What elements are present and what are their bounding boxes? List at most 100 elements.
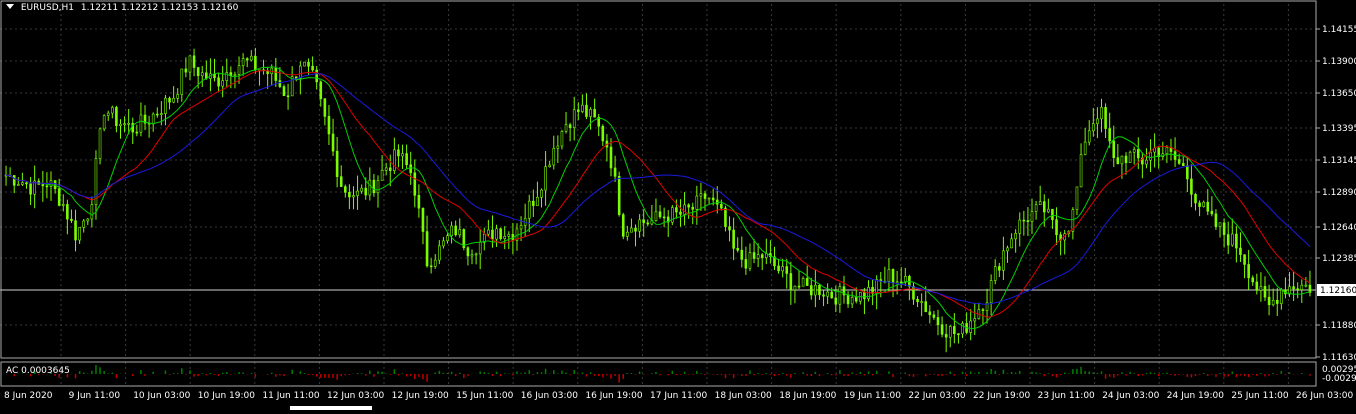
candle-body xyxy=(1304,284,1308,287)
candle-body xyxy=(127,123,130,125)
candle-body xyxy=(323,98,327,117)
candle-body xyxy=(303,61,306,67)
candle-body xyxy=(809,285,813,296)
candle-body xyxy=(838,286,842,305)
chart-tab-strip[interactable] xyxy=(290,406,372,410)
candle-body xyxy=(278,80,282,87)
candle-body xyxy=(115,107,118,126)
candle-body xyxy=(499,228,502,239)
candle-body xyxy=(1251,277,1255,283)
candle-body xyxy=(1026,220,1030,222)
candle-body xyxy=(82,220,86,228)
time-axis-label: 26 Jun 03:00 xyxy=(1296,391,1353,401)
candle-body xyxy=(1222,222,1226,235)
price-chart[interactable]: 1.14155 1.13900 1.13650 1.13395 1.13145 1.128… xyxy=(0,0,1356,410)
candle-body xyxy=(834,297,838,305)
candle-body xyxy=(646,222,650,225)
time-axis-label: 8 Jun 2020 xyxy=(4,391,53,401)
candle-body xyxy=(151,113,155,125)
time-axis-label: 23 Jun 11:00 xyxy=(1038,391,1095,401)
candle-body xyxy=(683,204,686,215)
candle-body xyxy=(86,218,90,222)
candle-body xyxy=(376,180,380,194)
candle-body xyxy=(196,67,200,77)
candle-body xyxy=(728,226,731,231)
candle-body xyxy=(1181,163,1185,167)
candle-body xyxy=(1267,296,1271,306)
candle-body xyxy=(1136,149,1140,159)
candle-body xyxy=(393,149,396,171)
candle-body xyxy=(1300,284,1304,290)
chart-window[interactable]: 1.14155 1.13900 1.13650 1.13395 1.13145 1.128… xyxy=(0,0,1356,410)
candle-body xyxy=(556,145,560,149)
time-axis-label: 10 Jun 03:00 xyxy=(133,391,190,401)
candle-body xyxy=(57,188,61,206)
candle-body xyxy=(1108,128,1111,142)
candle-body xyxy=(1075,186,1079,210)
candle-body xyxy=(245,58,249,61)
candle-body xyxy=(932,314,936,318)
candle-body xyxy=(675,207,678,213)
candle-body xyxy=(172,97,175,103)
time-axis-label: 18 Jun 19:00 xyxy=(779,391,836,401)
price-axis-label: 1.13650 xyxy=(1322,89,1356,99)
candle-body xyxy=(818,284,821,296)
candle-body xyxy=(1235,233,1238,249)
time-axis-label: 22 Jun 19:00 xyxy=(973,391,1030,401)
time-axis-label: 22 Jun 03:00 xyxy=(908,391,965,401)
candle-body xyxy=(536,197,539,206)
candle-body xyxy=(1198,202,1201,207)
candle-body xyxy=(1079,154,1083,188)
candle-body xyxy=(1218,222,1222,227)
price-axis-label: 1.14155 xyxy=(1322,25,1356,35)
candle-body xyxy=(1006,247,1009,252)
candle-body xyxy=(380,169,384,181)
candle-body xyxy=(503,236,507,239)
candle-body xyxy=(936,317,940,326)
candle-body xyxy=(957,333,960,335)
candle-body xyxy=(642,219,645,224)
candle-body xyxy=(360,187,363,192)
candle-body xyxy=(814,284,817,296)
candle-body xyxy=(405,153,408,166)
candle-body xyxy=(388,167,392,171)
candle-body xyxy=(299,65,302,79)
price-axis-label: 1.13395 xyxy=(1322,124,1356,134)
candle-body xyxy=(1002,250,1005,271)
candle-body xyxy=(102,115,106,130)
candle-body xyxy=(188,55,192,73)
candle-body xyxy=(1165,147,1169,154)
candle-body xyxy=(450,225,453,237)
candle-body xyxy=(364,187,368,196)
candle-body xyxy=(507,234,511,237)
candle-body xyxy=(948,326,952,338)
candle-body xyxy=(658,211,662,218)
candle-body xyxy=(589,109,592,117)
candle-body xyxy=(707,197,711,200)
candle-body xyxy=(638,219,641,232)
candle-body xyxy=(233,74,237,76)
candle-body xyxy=(744,259,748,269)
candle-body xyxy=(621,214,625,237)
candle-body xyxy=(1194,193,1197,204)
candle-body xyxy=(1030,211,1034,222)
candle-body xyxy=(973,318,977,322)
candle-body xyxy=(425,231,429,267)
candle-body xyxy=(90,204,94,220)
candle-body xyxy=(826,291,829,297)
candle-body xyxy=(1034,204,1038,212)
candle-body xyxy=(397,149,400,157)
candle-body xyxy=(969,320,972,333)
chevron-down-icon[interactable] xyxy=(6,4,14,9)
candle-body xyxy=(1296,288,1299,291)
price-panel-border xyxy=(0,0,1317,359)
candle-body xyxy=(478,242,482,255)
candle-body xyxy=(168,97,171,103)
candle-body xyxy=(1275,299,1279,304)
candle-body xyxy=(25,182,28,185)
candle-body xyxy=(180,68,184,95)
price-axis-label: 1.13145 xyxy=(1322,156,1356,166)
current-price-label: 1.12160 xyxy=(1320,286,1356,296)
time-axis-label: 19 Jun 11:00 xyxy=(844,391,901,401)
candle-body xyxy=(998,266,1001,271)
